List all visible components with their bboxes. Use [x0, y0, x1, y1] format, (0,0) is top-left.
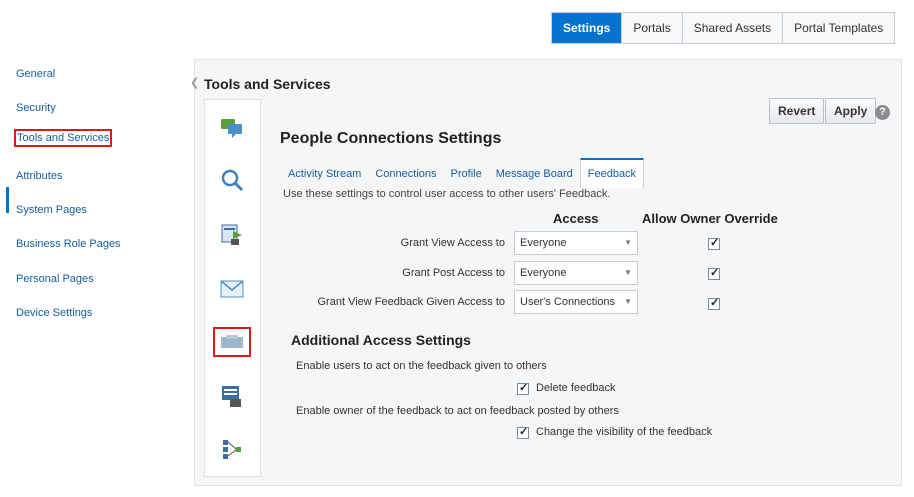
- subtab-feedback[interactable]: Feedback: [579, 158, 645, 188]
- tab-shared-assets[interactable]: Shared Assets: [681, 13, 782, 43]
- top-navigation: Settings Portals Shared Assets Portal Te…: [551, 12, 896, 44]
- grant-post-access-select[interactable]: Everyone ▼: [514, 261, 638, 285]
- grant-view-access-select[interactable]: Everyone ▼: [514, 231, 638, 255]
- row-label-wrap: Grant Post Access to: [275, 267, 505, 281]
- grant-post-access-label: Grant Post Access to: [402, 267, 505, 279]
- sidebar-item-system-pages[interactable]: System Pages: [16, 204, 87, 216]
- document-transfer-icon[interactable]: [219, 222, 245, 246]
- sidebar-item-business-role-pages[interactable]: Business Role Pages: [16, 238, 121, 250]
- search-icon[interactable]: [219, 168, 245, 192]
- select-value: Everyone: [520, 237, 567, 249]
- panel-title: Tools and Services: [204, 76, 331, 92]
- tools-and-services-panel: ❮ Tools and Services Revert Apply ? Peop…: [190, 59, 902, 486]
- sidebar-item-general[interactable]: General: [16, 68, 55, 80]
- tab-portals[interactable]: Portals: [621, 13, 681, 43]
- apply-button[interactable]: Apply: [825, 98, 877, 124]
- owner-act-text: Enable owner of the feedback to act on f…: [296, 405, 619, 417]
- subtab-activity-stream[interactable]: Activity Stream: [281, 158, 368, 188]
- section-title: People Connections Settings: [280, 130, 502, 147]
- grant-view-access-label: Grant View Access to: [400, 237, 505, 249]
- dropdown-arrow-icon: ▼: [624, 297, 632, 306]
- grant-view-feedback-given-override-checkbox[interactable]: [708, 296, 720, 310]
- change-visibility-checkbox[interactable]: [517, 425, 529, 439]
- row-label-wrap: Grant View Feedback Given Access to: [275, 296, 506, 310]
- grant-post-override-checkbox[interactable]: [708, 266, 720, 280]
- additional-settings-title: Additional Access Settings: [291, 332, 471, 348]
- access-column-header: Access: [553, 211, 599, 226]
- chat-icon[interactable]: [219, 116, 245, 140]
- grant-view-feedback-given-label: Grant View Feedback Given Access to: [317, 296, 506, 308]
- revert-button[interactable]: Revert: [769, 98, 825, 124]
- help-icon[interactable]: ?: [875, 105, 890, 120]
- sidebar-item-device-settings[interactable]: Device Settings: [16, 307, 92, 319]
- grant-view-feedback-given-select[interactable]: User's Connections ▼: [514, 290, 638, 314]
- dropdown-arrow-icon: ▼: [624, 268, 632, 277]
- act-on-feedback-text: Enable users to act on the feedback give…: [296, 360, 547, 372]
- mail-icon[interactable]: [219, 277, 245, 301]
- collapse-caret-icon[interactable]: ❮: [190, 76, 199, 89]
- list-icon[interactable]: [219, 384, 245, 408]
- selected-indicator: [6, 187, 9, 213]
- subtab-message-board[interactable]: Message Board: [489, 158, 580, 188]
- tools-icon-strip: [204, 99, 261, 477]
- override-column-header: Allow Owner Override: [642, 211, 778, 226]
- sidebar-item-attributes[interactable]: Attributes: [16, 170, 62, 182]
- tab-portal-templates[interactable]: Portal Templates: [782, 13, 894, 43]
- sidebar-item-tools-and-services[interactable]: Tools and Services: [14, 129, 113, 147]
- change-visibility-label: Change the visibility of the feedback: [536, 426, 713, 438]
- select-value: User's Connections: [520, 296, 616, 308]
- row-label-wrap: Grant View Access to: [275, 237, 505, 251]
- sidebar-item-personal-pages[interactable]: Personal Pages: [16, 273, 94, 285]
- dropdown-arrow-icon: ▼: [624, 238, 632, 247]
- connections-icon[interactable]: [219, 437, 245, 461]
- delete-feedback-checkbox[interactable]: [517, 381, 529, 395]
- subtab-connections[interactable]: Connections: [368, 158, 443, 188]
- feedback-description: Use these settings to control user acces…: [283, 188, 611, 200]
- subtab-bar: Activity Stream Connections Profile Mess…: [281, 158, 645, 188]
- subtab-profile[interactable]: Profile: [444, 158, 489, 188]
- tab-settings[interactable]: Settings: [552, 13, 622, 43]
- select-value: Everyone: [520, 267, 567, 279]
- sidebar-item-security[interactable]: Security: [16, 102, 56, 114]
- feedback-icon[interactable]: [213, 327, 251, 357]
- grant-view-override-checkbox[interactable]: [708, 236, 720, 250]
- delete-feedback-label: Delete feedback: [536, 382, 616, 394]
